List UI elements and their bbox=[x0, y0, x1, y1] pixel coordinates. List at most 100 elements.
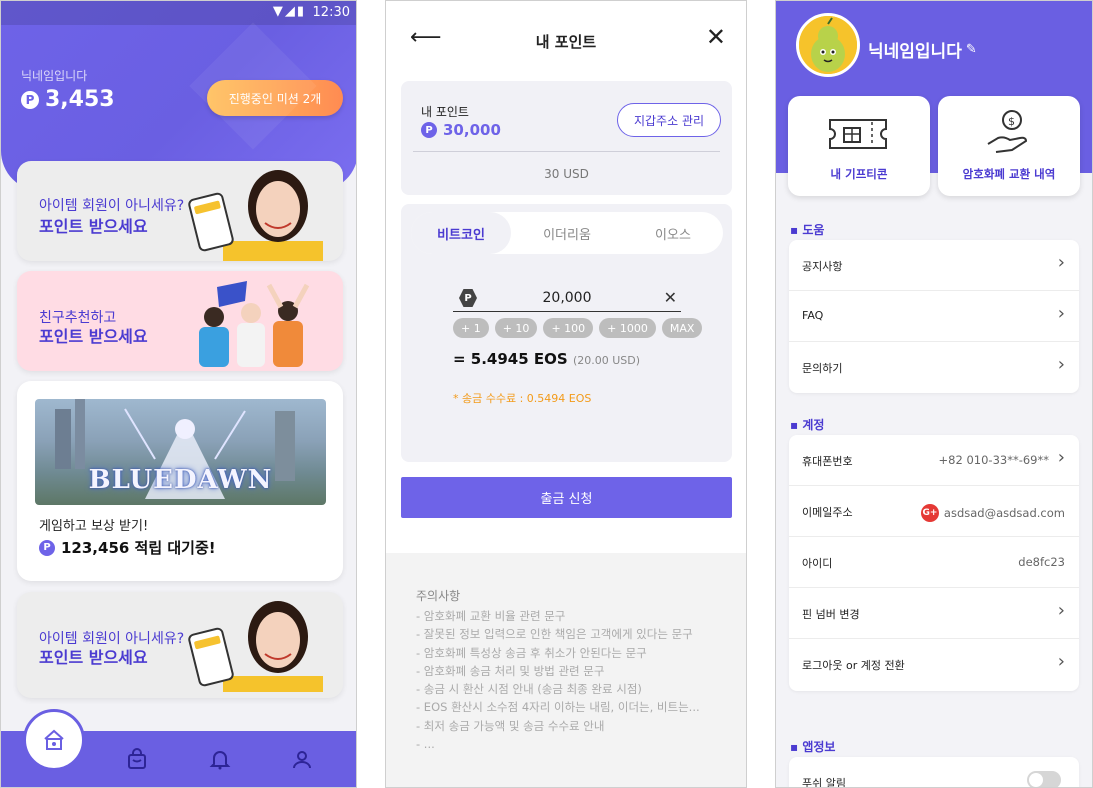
notice-section: 주의사항 - 암호화폐 교환 비율 관련 문구 - 잘못된 정보 입력으로 인한… bbox=[386, 553, 746, 787]
chip-plus-100[interactable]: + 100 bbox=[543, 318, 594, 338]
bottom-tab-bar bbox=[1, 709, 356, 787]
row-email: 이메일주소 G+ asdsad@asdsad.com bbox=[789, 486, 1079, 537]
crypto-exchange-history-card[interactable]: $ 암호화폐 교환 내역 bbox=[938, 96, 1080, 196]
chevron-right-icon: › bbox=[1057, 303, 1065, 324]
home-screen: ▼◢▮ 12:30 닉네임입니다 P 3,453 진행중인 미션 2개 아이템 … bbox=[0, 0, 357, 788]
chip-plus-10[interactable]: + 10 bbox=[494, 318, 538, 338]
row-label: 핀 넘버 변경 bbox=[802, 608, 860, 621]
row-label: 공지사항 bbox=[802, 260, 843, 273]
tab-profile[interactable] bbox=[288, 745, 316, 773]
notice-item: - 암호화폐 송금 처리 및 방법 관련 문구 bbox=[416, 663, 605, 678]
hand-coin-icon: $ bbox=[987, 110, 1028, 153]
promo-card-item-member[interactable]: 아이템 회원이 아니세유? 포인트 받으세요 bbox=[17, 161, 343, 261]
clear-icon[interactable]: ✕ bbox=[664, 288, 677, 307]
usd-equivalent: 30 USD bbox=[544, 167, 589, 181]
nickname-text: 닉네임입니다 bbox=[868, 42, 962, 62]
missions-in-progress-button[interactable]: 진행중인 미션 2개 bbox=[207, 80, 343, 116]
chevron-right-icon: › bbox=[1057, 600, 1065, 621]
chip-max[interactable]: MAX bbox=[661, 318, 703, 338]
chip-plus-1000[interactable]: + 1000 bbox=[599, 318, 656, 338]
exchange-history-label: 암호화폐 교환 내역 bbox=[962, 167, 1056, 181]
row-label: 아이디 bbox=[802, 557, 833, 570]
row-push-notification: 푸쉬 알림 bbox=[789, 757, 1079, 788]
wallet-address-button[interactable]: 지갑주소 관리 bbox=[617, 103, 721, 137]
row-label: 로그아웃 or 계정 전환 bbox=[802, 659, 905, 672]
game-banner-image: BLUEDAWN bbox=[35, 399, 326, 505]
tab-home[interactable] bbox=[23, 709, 85, 771]
promo-card-invite-friend[interactable]: 친구추천하고 포인트 받으세요 bbox=[17, 271, 343, 371]
my-points-box: 내 포인트 P 30,000 지갑주소 관리 30 USD bbox=[401, 81, 732, 195]
points-total: P 3,453 bbox=[21, 87, 115, 112]
avatar[interactable] bbox=[796, 13, 860, 77]
exchange-box: 비트코인 이더리움 이오스 P 20,000 ✕ + 1 + 10 + 100 … bbox=[401, 204, 732, 462]
row-label: 휴대폰번호 bbox=[802, 455, 853, 468]
notice-title: 주의사항 bbox=[416, 589, 461, 603]
row-inquiry[interactable]: 문의하기 › bbox=[789, 342, 1079, 393]
coin-tabs: 비트코인 이더리움 이오스 bbox=[411, 212, 723, 254]
my-gifticon-card[interactable]: 내 기프티콘 bbox=[788, 96, 930, 196]
push-toggle[interactable] bbox=[1027, 771, 1061, 787]
promo-line1: 아이템 회원이 아니세유? bbox=[39, 198, 185, 214]
withdraw-request-button[interactable]: 출금 신청 bbox=[401, 477, 732, 518]
game-logo: BLUEDAWN bbox=[88, 465, 273, 495]
row-notice[interactable]: 공지사항 › bbox=[789, 240, 1079, 291]
point-coin-icon: P bbox=[21, 90, 39, 109]
points-screen: ⟵ 내 포인트 ✕ 내 포인트 P 30,000 지갑주소 관리 30 USD … bbox=[385, 0, 747, 788]
chip-plus-1[interactable]: + 1 bbox=[453, 318, 489, 338]
amount-input[interactable]: P 20,000 ✕ bbox=[453, 288, 681, 312]
pending-points-text: 123,456 적립 대기중! bbox=[61, 539, 216, 557]
point-coin-icon: P bbox=[39, 539, 55, 556]
chevron-right-icon: › bbox=[1057, 354, 1065, 375]
section-help-title: 도움 bbox=[790, 221, 824, 238]
page-title: 내 포인트 bbox=[535, 33, 597, 51]
my-points-value: P 30,000 bbox=[421, 121, 501, 139]
email-text: asdsad@asdsad.com bbox=[943, 506, 1065, 520]
promo-line2: 포인트 받으세요 bbox=[39, 217, 148, 236]
notice-item: - 암호화폐 특성상 송금 후 취소가 안된다는 문구 bbox=[416, 645, 647, 660]
notice-item: - 암호화폐 교환 비율 관련 문구 bbox=[416, 609, 566, 623]
amount-value: 20,000 bbox=[542, 290, 592, 306]
row-faq[interactable]: FAQ › bbox=[789, 291, 1079, 342]
user-icon bbox=[293, 751, 311, 769]
profile-nickname[interactable]: 닉네임입니다 ✎ bbox=[868, 37, 977, 62]
model-girl-illustration bbox=[223, 170, 323, 261]
friends-cheering-illustration bbox=[199, 281, 310, 367]
help-list: 공지사항 › FAQ › 문의하기 › bbox=[789, 240, 1079, 393]
notice-item: - 잘못된 정보 입력으로 인한 책임은 고객에게 있다는 문구 bbox=[416, 627, 693, 642]
coupon-ticket-icon bbox=[829, 119, 887, 149]
bell-icon bbox=[209, 751, 231, 770]
status-time: 12:30 bbox=[312, 5, 350, 20]
notice-item: - EOS 환산시 소수점 4자리 이하는 내림, 이더는, 비트는... bbox=[416, 700, 700, 715]
point-coin-icon: P bbox=[421, 122, 437, 138]
points-header: ⟵ 내 포인트 ✕ bbox=[386, 1, 746, 77]
game-promo-card[interactable]: BLUEDAWN 게임하고 보상 받기! P 123,456 적립 대기중! bbox=[17, 381, 343, 581]
row-label: 푸쉬 알림 bbox=[802, 777, 846, 788]
chevron-right-icon: › bbox=[1057, 252, 1065, 273]
tab-eos[interactable]: 이오스 bbox=[623, 212, 723, 254]
app-list: 푸쉬 알림 bbox=[789, 757, 1079, 788]
tab-bitcoin[interactable]: 비트코인 bbox=[411, 212, 511, 254]
transfer-fee: * 송금 수수료 : 0.5494 EOS bbox=[453, 392, 592, 405]
tab-ethereum[interactable]: 이더리움 bbox=[517, 212, 617, 254]
email-value: G+ asdsad@asdsad.com bbox=[920, 504, 1065, 522]
row-label: FAQ bbox=[802, 309, 824, 322]
divider bbox=[413, 151, 720, 152]
status-bar: ▼◢▮ 12:30 bbox=[1, 1, 356, 25]
promo-card-item-member-2[interactable]: 아이템 회원이 아니세유? 포인트 받으세요 bbox=[17, 592, 343, 698]
promo-line2: 포인트 받으세요 bbox=[39, 648, 148, 667]
row-phone[interactable]: 휴대폰번호 +82 010-33**-69** › bbox=[789, 435, 1079, 486]
row-change-pin[interactable]: 핀 넘버 변경 › bbox=[789, 588, 1079, 639]
tab-shop[interactable] bbox=[123, 745, 151, 773]
tab-notifications[interactable] bbox=[206, 745, 234, 773]
my-gifticon-label: 내 기프티콘 bbox=[830, 167, 888, 181]
edit-pencil-icon[interactable]: ✎ bbox=[966, 42, 977, 57]
notice-list: - 암호화폐 교환 비율 관련 문구 - 잘못된 정보 입력으로 인한 책임은 … bbox=[416, 607, 700, 753]
notice-item: - ... bbox=[416, 737, 435, 752]
close-icon[interactable]: ✕ bbox=[706, 23, 726, 51]
row-logout[interactable]: 로그아웃 or 계정 전환 › bbox=[789, 639, 1079, 690]
notice-item: - 최저 송금 가능액 및 송금 수수료 안내 bbox=[416, 718, 605, 733]
nickname: 닉네임입니다 bbox=[21, 69, 88, 83]
converted-usd: (20.00 USD) bbox=[572, 354, 641, 367]
bag-icon bbox=[128, 748, 146, 769]
account-list: 휴대폰번호 +82 010-33**-69** › 이메일주소 G+ asdsa… bbox=[789, 435, 1079, 691]
